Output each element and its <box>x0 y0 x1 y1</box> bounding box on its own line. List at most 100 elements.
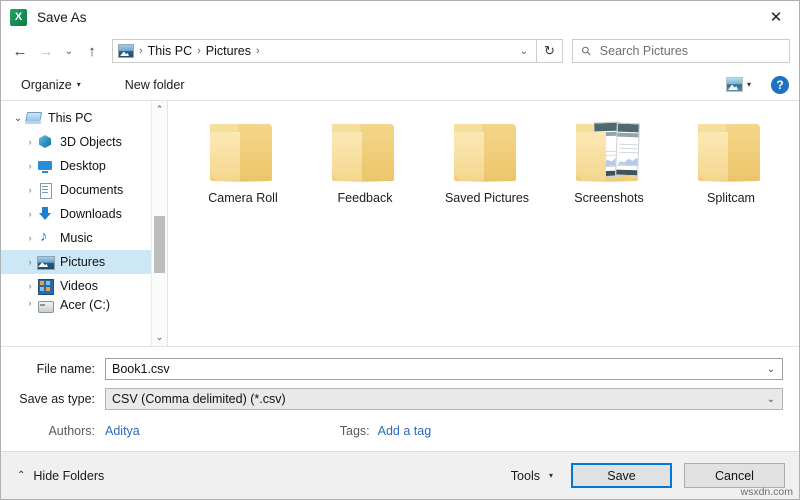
sidebar-scrollbar[interactable]: ⌃ ⌄ <box>151 101 167 346</box>
view-mode-icon[interactable] <box>725 77 743 92</box>
folder-tree: ⌄ This PC › 3D Objects › Desktop › Docum… <box>1 101 151 346</box>
search-input[interactable]: ⚲ Search Pictures <box>572 39 790 63</box>
scrollbar-track[interactable] <box>152 118 167 329</box>
back-button[interactable]: ← <box>7 38 33 64</box>
dialog-body: ⌄ This PC › 3D Objects › Desktop › Docum… <box>1 101 799 347</box>
folder-preview-icon <box>572 121 646 183</box>
chevron-down-icon: ▾ <box>76 80 81 89</box>
list-item-label: Feedback <box>337 191 393 205</box>
authors-value[interactable]: Aditya <box>105 424 140 438</box>
toolbar-right-group: ▾ ? <box>725 75 789 94</box>
list-item[interactable]: Saved Pictures <box>426 117 548 233</box>
address-bar[interactable]: › This PC › Pictures › ⌄ <box>112 39 537 63</box>
list-item-label: Splitcam <box>707 191 755 205</box>
sidebar-item-acer-c[interactable]: › Acer (C:) <box>1 298 151 314</box>
breadcrumb-pictures[interactable]: Pictures <box>203 44 254 58</box>
list-item[interactable]: Splitcam <box>670 117 792 233</box>
folder-icon <box>206 121 280 183</box>
tags-label: Tags: <box>339 424 370 438</box>
videos-icon <box>37 278 54 295</box>
recent-locations-button[interactable]: ⌄ <box>59 38 79 64</box>
chevron-down-icon: ▾ <box>548 471 553 480</box>
documents-icon <box>37 182 53 199</box>
dialog-footer: ⌃ Hide Folders Tools ▾ Save Cancel wsxdn… <box>1 451 799 499</box>
chevron-down-icon[interactable]: ⌄ <box>760 364 782 375</box>
sidebar-item-documents[interactable]: › Documents <box>1 178 151 202</box>
help-icon[interactable]: ? <box>771 75 789 94</box>
list-item[interactable]: Screenshots <box>548 117 670 233</box>
sidebar-item-music[interactable]: › Music <box>1 226 151 250</box>
scroll-down-icon[interactable]: ⌄ <box>152 329 167 346</box>
chevron-right-icon[interactable]: › <box>23 209 37 219</box>
folder-icon <box>450 121 524 183</box>
file-name-input[interactable]: Book1.csv ⌄ <box>105 358 783 380</box>
chevron-right-icon[interactable]: › <box>23 257 37 267</box>
chevron-right-icon[interactable]: › <box>23 137 37 147</box>
save-button[interactable]: Save <box>571 463 672 488</box>
sidebar-item-label: Videos <box>60 279 98 293</box>
music-icon <box>37 228 53 246</box>
close-icon[interactable]: ✕ <box>753 1 799 32</box>
new-folder-button[interactable]: New folder <box>121 76 189 94</box>
chevron-up-icon: ⌃ <box>17 470 26 481</box>
list-item[interactable]: Camera Roll <box>182 117 304 233</box>
scroll-up-icon[interactable]: ⌃ <box>152 101 167 118</box>
list-item-label: Screenshots <box>574 191 644 205</box>
breadcrumb-separator[interactable]: › <box>195 45 203 57</box>
sidebar-item-downloads[interactable]: › Downloads <box>1 202 151 226</box>
pc-icon <box>25 110 41 126</box>
excel-icon: X <box>10 8 27 26</box>
title-bar: X Save As ✕ <box>1 1 799 33</box>
save-type-select[interactable]: CSV (Comma delimited) (*.csv) ⌄ <box>105 388 783 410</box>
add-a-tag-link[interactable]: Add a tag <box>378 424 432 438</box>
desktop-icon <box>37 158 53 174</box>
sidebar-item-this-pc[interactable]: ⌄ This PC <box>1 106 151 130</box>
search-placeholder: Search Pictures <box>599 44 689 58</box>
3d-objects-icon <box>37 134 53 150</box>
breadcrumb-this-pc[interactable]: This PC <box>145 44 195 58</box>
scrollbar-thumb[interactable] <box>154 216 165 273</box>
folder-icon <box>694 121 768 183</box>
toolbar: Organize ▾ New folder ▾ ? <box>1 69 799 101</box>
authors-label: Authors: <box>48 424 95 438</box>
hide-folders-button[interactable]: ⌃ Hide Folders <box>17 469 104 483</box>
metadata-row: Authors: Aditya Tags: Add a tag <box>17 419 783 443</box>
address-chevron-down-icon[interactable]: ⌄ <box>516 46 532 57</box>
organize-button[interactable]: Organize ▾ <box>17 76 85 94</box>
pictures-folder-icon <box>118 44 134 58</box>
sidebar-item-pictures[interactable]: › Pictures <box>1 250 151 274</box>
file-list: Camera Roll Feedback Saved Pictures Scre… <box>168 101 799 346</box>
list-item-label: Camera Roll <box>208 191 278 205</box>
chevron-down-icon[interactable]: ⌄ <box>760 394 782 405</box>
save-type-label: Save as type: <box>19 392 95 406</box>
drive-icon <box>37 298 54 314</box>
save-type-row: Save as type: CSV (Comma delimited) (*.c… <box>17 387 783 411</box>
new-folder-label: New folder <box>124 77 185 92</box>
tools-button[interactable]: Tools ▾ <box>511 469 553 483</box>
up-button[interactable]: ↑ <box>79 38 105 64</box>
sidebar-item-videos[interactable]: › Videos <box>1 274 151 298</box>
tools-label: Tools <box>510 468 540 483</box>
list-item[interactable]: Feedback <box>304 117 426 233</box>
chevron-right-icon[interactable]: › <box>23 185 37 195</box>
sidebar-item-3d-objects[interactable]: › 3D Objects <box>1 130 151 154</box>
view-chevron-down-icon[interactable]: ▾ <box>747 80 751 89</box>
chevron-down-icon[interactable]: ⌄ <box>11 113 25 124</box>
sidebar-item-label: Music <box>60 231 93 245</box>
breadcrumb-separator[interactable]: › <box>254 45 262 57</box>
sidebar-item-label: Downloads <box>60 207 122 221</box>
save-as-dialog: X Save As ✕ ← → ⌄ ↑ › This PC › Pictures… <box>0 0 800 500</box>
save-type-value: CSV (Comma delimited) (*.csv) <box>112 392 286 406</box>
sidebar-item-desktop[interactable]: › Desktop <box>1 154 151 178</box>
organize-label: Organize <box>21 77 72 92</box>
chevron-right-icon[interactable]: › <box>23 233 37 243</box>
cancel-button[interactable]: Cancel <box>684 463 785 488</box>
window-title: Save As <box>37 9 87 25</box>
file-name-value: Book1.csv <box>112 362 170 376</box>
chevron-right-icon[interactable]: › <box>23 298 37 308</box>
file-name-row: File name: Book1.csv ⌄ <box>17 357 783 381</box>
sidebar-item-label: Desktop <box>60 159 106 173</box>
chevron-right-icon[interactable]: › <box>23 161 37 171</box>
refresh-button[interactable]: ↻ <box>537 39 563 63</box>
chevron-right-icon[interactable]: › <box>23 281 37 291</box>
